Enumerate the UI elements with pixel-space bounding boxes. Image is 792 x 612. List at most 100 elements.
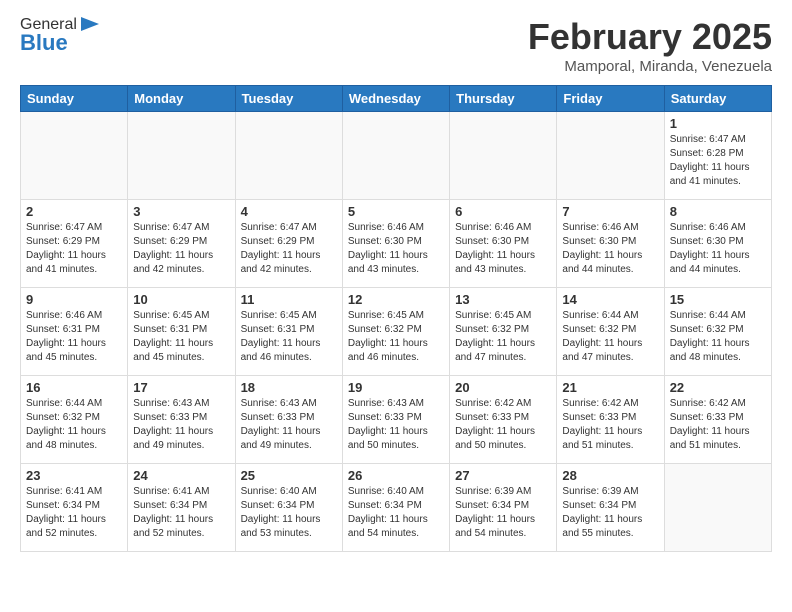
table-cell: 27 Sunrise: 6:39 AM Sunset: 6:34 PM Dayli… — [450, 464, 557, 552]
title-block: February 2025 Mamporal, Miranda, Venezue… — [528, 16, 772, 75]
day-info: Sunrise: 6:45 AM Sunset: 6:31 PM Dayligh… — [241, 309, 337, 365]
table-cell: 7Sunrise: 6:46 AM Sunset: 6:30 PM Daylig… — [557, 200, 664, 288]
day-info: Sunrise: 6:45 AM Sunset: 6:31 PM Dayligh… — [133, 309, 229, 365]
table-cell — [342, 112, 449, 200]
day-number: 3 — [133, 204, 229, 219]
day-number: 27 — [455, 468, 551, 483]
week-row-1: 2 Sunrise: 6:47 AM Sunset: 6:29 PM Daylig… — [21, 200, 772, 288]
day-info: Sunrise: 6:45 AM Sunset: 6:32 PM Dayligh… — [348, 309, 444, 365]
table-cell — [557, 112, 664, 200]
table-cell: 11 Sunrise: 6:45 AM Sunset: 6:31 PM Dayli… — [235, 288, 342, 376]
day-info: Sunrise: 6:47 AM Sunset: 6:28 PM Dayligh… — [670, 133, 766, 189]
day-number: 10 — [133, 292, 229, 307]
day-number: 24 — [133, 468, 229, 483]
table-cell: 23 Sunrise: 6:41 AM Sunset: 6:34 PM Dayli… — [21, 464, 128, 552]
table-cell: 22 Sunrise: 6:42 AM Sunset: 6:33 PM Dayli… — [664, 376, 771, 464]
table-cell — [664, 464, 771, 552]
day-info: Sunrise: 6:43 AM Sunset: 6:33 PM Dayligh… — [133, 397, 229, 453]
day-info: Sunrise: 6:41 AM Sunset: 6:34 PM Dayligh… — [133, 485, 229, 541]
day-info: Sunrise: 6:42 AM Sunset: 6:33 PM Dayligh… — [670, 397, 766, 453]
table-cell: 24 Sunrise: 6:41 AM Sunset: 6:34 PM Dayli… — [128, 464, 235, 552]
table-cell: 3 Sunrise: 6:47 AM Sunset: 6:29 PM Daylig… — [128, 200, 235, 288]
table-cell: 9 Sunrise: 6:46 AM Sunset: 6:31 PM Daylig… — [21, 288, 128, 376]
day-info: Sunrise: 6:47 AM Sunset: 6:29 PM Dayligh… — [133, 221, 229, 277]
logo: General Blue — [20, 16, 101, 56]
day-number: 8 — [670, 204, 766, 219]
day-number: 19 — [348, 380, 444, 395]
table-cell: 28Sunrise: 6:39 AM Sunset: 6:34 PM Dayli… — [557, 464, 664, 552]
header-saturday: Saturday — [664, 86, 771, 112]
day-info: Sunrise: 6:43 AM Sunset: 6:33 PM Dayligh… — [241, 397, 337, 453]
table-cell: 1 Sunrise: 6:47 AM Sunset: 6:28 PM Daylig… — [664, 112, 771, 200]
header-tuesday: Tuesday — [235, 86, 342, 112]
day-info: Sunrise: 6:45 AM Sunset: 6:32 PM Dayligh… — [455, 309, 551, 365]
table-cell: 5 Sunrise: 6:46 AM Sunset: 6:30 PM Daylig… — [342, 200, 449, 288]
table-cell: 8 Sunrise: 6:46 AM Sunset: 6:30 PM Daylig… — [664, 200, 771, 288]
day-number: 4 — [241, 204, 337, 219]
table-cell: 14 Sunrise: 6:44 AM Sunset: 6:32 PM Dayli… — [557, 288, 664, 376]
day-info: Sunrise: 6:40 AM Sunset: 6:34 PM Dayligh… — [241, 485, 337, 541]
day-info: Sunrise: 6:47 AM Sunset: 6:29 PM Dayligh… — [241, 221, 337, 277]
day-number: 21 — [562, 380, 658, 395]
day-number: 22 — [670, 380, 766, 395]
day-info: Sunrise: 6:47 AM Sunset: 6:29 PM Dayligh… — [26, 221, 122, 277]
table-cell: 6Sunrise: 6:46 AM Sunset: 6:30 PM Daylig… — [450, 200, 557, 288]
week-row-0: 1 Sunrise: 6:47 AM Sunset: 6:28 PM Daylig… — [21, 112, 772, 200]
day-number: 12 — [348, 292, 444, 307]
day-number: 7 — [562, 204, 658, 219]
day-number: 16 — [26, 380, 122, 395]
header-friday: Friday — [557, 86, 664, 112]
day-info: Sunrise: 6:39 AM Sunset: 6:34 PM Dayligh… — [455, 485, 551, 541]
day-number: 23 — [26, 468, 122, 483]
week-row-3: 16 Sunrise: 6:44 AM Sunset: 6:32 PM Dayli… — [21, 376, 772, 464]
table-cell: 20 Sunrise: 6:42 AM Sunset: 6:33 PM Dayli… — [450, 376, 557, 464]
day-info: Sunrise: 6:46 AM Sunset: 6:30 PM Dayligh… — [348, 221, 444, 277]
day-number: 14 — [562, 292, 658, 307]
header-monday: Monday — [128, 86, 235, 112]
table-cell — [235, 112, 342, 200]
table-cell — [128, 112, 235, 200]
calendar-title: February 2025 — [528, 16, 772, 58]
table-cell: 12 Sunrise: 6:45 AM Sunset: 6:32 PM Dayli… — [342, 288, 449, 376]
logo-blue-text: Blue — [20, 30, 68, 56]
table-cell: 18 Sunrise: 6:43 AM Sunset: 6:33 PM Dayli… — [235, 376, 342, 464]
day-info: Sunrise: 6:39 AM Sunset: 6:34 PM Dayligh… — [562, 485, 658, 541]
calendar-table: Sunday Monday Tuesday Wednesday Thursday… — [20, 85, 772, 552]
header-thursday: Thursday — [450, 86, 557, 112]
day-info: Sunrise: 6:44 AM Sunset: 6:32 PM Dayligh… — [26, 397, 122, 453]
logo-flag-icon — [79, 15, 101, 33]
day-number: 9 — [26, 292, 122, 307]
table-cell: 4 Sunrise: 6:47 AM Sunset: 6:29 PM Daylig… — [235, 200, 342, 288]
day-info: Sunrise: 6:46 AM Sunset: 6:31 PM Dayligh… — [26, 309, 122, 365]
day-number: 5 — [348, 204, 444, 219]
day-info: Sunrise: 6:42 AM Sunset: 6:33 PM Dayligh… — [455, 397, 551, 453]
table-cell: 21Sunrise: 6:42 AM Sunset: 6:33 PM Dayli… — [557, 376, 664, 464]
header: General Blue February 2025 Mamporal, Mir… — [20, 16, 772, 75]
day-info: Sunrise: 6:41 AM Sunset: 6:34 PM Dayligh… — [26, 485, 122, 541]
day-number: 25 — [241, 468, 337, 483]
day-number: 1 — [670, 116, 766, 131]
day-number: 17 — [133, 380, 229, 395]
day-info: Sunrise: 6:46 AM Sunset: 6:30 PM Dayligh… — [670, 221, 766, 277]
day-info: Sunrise: 6:44 AM Sunset: 6:32 PM Dayligh… — [670, 309, 766, 365]
day-number: 11 — [241, 292, 337, 307]
table-cell: 15Sunrise: 6:44 AM Sunset: 6:32 PM Dayli… — [664, 288, 771, 376]
day-number: 13 — [455, 292, 551, 307]
page: General Blue February 2025 Mamporal, Mir… — [0, 0, 792, 568]
week-row-2: 9 Sunrise: 6:46 AM Sunset: 6:31 PM Daylig… — [21, 288, 772, 376]
table-cell: 25 Sunrise: 6:40 AM Sunset: 6:34 PM Dayli… — [235, 464, 342, 552]
day-info: Sunrise: 6:46 AM Sunset: 6:30 PM Dayligh… — [455, 221, 551, 277]
header-sunday: Sunday — [21, 86, 128, 112]
table-cell: 17 Sunrise: 6:43 AM Sunset: 6:33 PM Dayli… — [128, 376, 235, 464]
day-info: Sunrise: 6:44 AM Sunset: 6:32 PM Dayligh… — [562, 309, 658, 365]
table-cell: 16 Sunrise: 6:44 AM Sunset: 6:32 PM Dayli… — [21, 376, 128, 464]
calendar-header-row: Sunday Monday Tuesday Wednesday Thursday… — [21, 86, 772, 112]
day-info: Sunrise: 6:43 AM Sunset: 6:33 PM Dayligh… — [348, 397, 444, 453]
day-number: 18 — [241, 380, 337, 395]
week-row-4: 23 Sunrise: 6:41 AM Sunset: 6:34 PM Dayli… — [21, 464, 772, 552]
table-cell: 13 Sunrise: 6:45 AM Sunset: 6:32 PM Dayli… — [450, 288, 557, 376]
day-number: 20 — [455, 380, 551, 395]
table-cell: 2 Sunrise: 6:47 AM Sunset: 6:29 PM Daylig… — [21, 200, 128, 288]
calendar-subtitle: Mamporal, Miranda, Venezuela — [528, 58, 772, 75]
day-number: 2 — [26, 204, 122, 219]
